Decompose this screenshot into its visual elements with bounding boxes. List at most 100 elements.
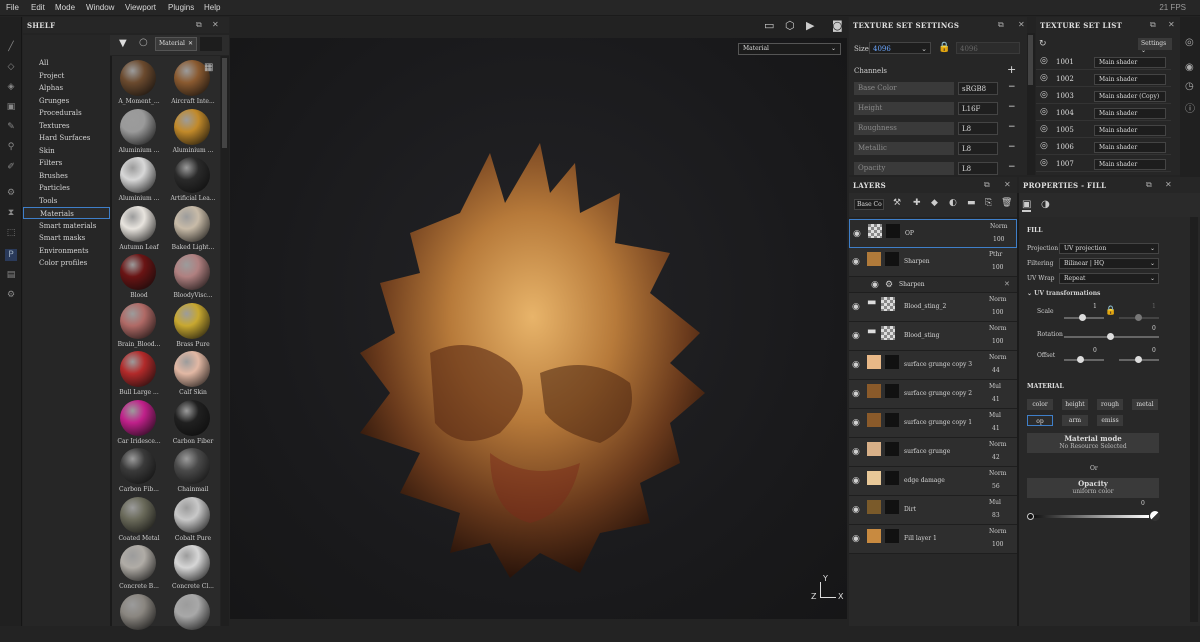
tsl-settings-button[interactable]: Settings ⌄	[1138, 38, 1172, 54]
add-channel-icon[interactable]: +	[1007, 63, 1016, 76]
smudge-icon[interactable]: ✎	[5, 121, 17, 133]
scale-knob-2[interactable]	[1135, 314, 1142, 321]
material-thumbnail[interactable]: Concrete Cl...	[166, 545, 220, 593]
channel-format-select[interactable]: L8	[958, 162, 998, 175]
shelf-category-environments[interactable]: Environments	[23, 245, 110, 257]
video-icon[interactable]: ▶	[806, 19, 814, 32]
material-thumbnail[interactable]: Aluminium ...	[112, 157, 166, 205]
shelf-float-icon[interactable]: ⧉	[196, 20, 202, 30]
blend-mode-select[interactable]: Norm	[989, 296, 1006, 303]
props-scrollbar[interactable]	[1190, 217, 1198, 622]
channel-toggle-arm[interactable]: arm	[1062, 415, 1088, 426]
texture-set-row[interactable]: ◎ 1004 Main shader	[1036, 105, 1171, 121]
uvwrap-select[interactable]: Repeat ⌄	[1059, 273, 1159, 284]
shelf-category-hard-surfaces[interactable]: Hard Surfaces	[23, 132, 110, 144]
add-mask-icon[interactable]: ◐	[949, 198, 957, 208]
shelf-search-input[interactable]	[200, 37, 222, 51]
tss-scrollbar[interactable]	[1027, 33, 1035, 175]
shelf-category-smart-masks[interactable]: Smart masks	[23, 232, 110, 244]
shelf-category-grunges[interactable]: Grunges	[23, 95, 110, 107]
layer-row[interactable]: ◉ ⚙ Sharpen ✕	[849, 277, 1017, 293]
color-picker-icon[interactable]: ✐	[5, 161, 17, 173]
blend-mode-select[interactable]: Mul	[989, 412, 1001, 419]
blend-mode-select[interactable]: Pthr	[989, 251, 1002, 258]
visibility-eye-icon[interactable]: ◉	[852, 476, 860, 486]
delete-icon[interactable]: 🗑	[1001, 198, 1012, 208]
layer-opacity[interactable]: 100	[993, 236, 1004, 243]
display-settings-icon[interactable]: ⧗	[5, 207, 17, 219]
refresh-icon[interactable]: ↻	[1039, 39, 1047, 49]
visibility-eye-icon[interactable]: ◎	[1040, 73, 1048, 83]
paint-brush-icon[interactable]: ╱	[5, 41, 17, 53]
material-thumbnail[interactable]: Coated Metal	[112, 496, 166, 545]
channel-format-select[interactable]: L8	[958, 122, 998, 135]
add-paint-layer-icon[interactable]: ✚	[913, 198, 921, 208]
material-thumbnail[interactable]: Autumn Leaf	[112, 205, 166, 254]
shader-select[interactable]: Main shader	[1094, 142, 1166, 153]
menu-help[interactable]: Help	[204, 3, 220, 12]
shader-settings-icon[interactable]: ⬚	[5, 227, 17, 239]
layer-row[interactable]: ◉ surface grunge copy 2 Mul 41	[849, 380, 1017, 409]
material-thumbnail[interactable]: Concrete B...	[112, 545, 166, 593]
texture-set-row[interactable]: ◎ 1005 Main shader	[1036, 122, 1171, 138]
photoshop-icon[interactable]: P	[5, 249, 17, 261]
shelf-category-project[interactable]: Project	[23, 70, 110, 82]
texture-set-row[interactable]: ◎ 1001 Main shader	[1036, 54, 1171, 70]
layer-row[interactable]: ◉ ▬ Blood_sting_2 Norm 100	[849, 293, 1017, 322]
layer-opacity[interactable]: 56	[992, 483, 1000, 490]
shader-select[interactable]: Main shader	[1094, 125, 1166, 136]
visibility-eye-icon[interactable]: ◉	[852, 331, 860, 341]
material-thumbnail[interactable]: Bull Large ...	[112, 351, 166, 399]
info-icon[interactable]: ⓘ	[1185, 100, 1195, 115]
visibility-eye-icon[interactable]: ◉	[852, 360, 860, 370]
eraser-icon[interactable]: ◇	[5, 61, 17, 73]
channel-format-select[interactable]: sRGB8	[958, 82, 998, 95]
material-thumbnail[interactable]: Carbon Fib...	[112, 448, 166, 496]
visibility-eye-icon[interactable]: ◉	[852, 534, 860, 544]
blend-mode-select[interactable]: Mul	[989, 383, 1001, 390]
filter-icon[interactable]: ▼	[119, 38, 127, 49]
layer-opacity[interactable]: 41	[992, 425, 1000, 432]
material-thumbnail[interactable]: BloodyVisc...	[166, 254, 220, 302]
blend-mode-select[interactable]: Norm	[990, 223, 1007, 230]
remove-channel-icon[interactable]: −	[1008, 142, 1016, 152]
camera-select-icon[interactable]: ▭	[764, 19, 774, 32]
layer-row[interactable]: ◉ surface grunge Norm 42	[849, 438, 1017, 467]
remove-channel-icon[interactable]: −	[1008, 102, 1016, 112]
texture-set-icon[interactable]: ◎	[1185, 37, 1194, 48]
projection-select[interactable]: UV projection ⌄	[1059, 243, 1159, 254]
layer-opacity[interactable]: 100	[992, 264, 1003, 271]
size-select[interactable]: 4096 ⌄	[869, 42, 931, 54]
channel-format-select[interactable]: L16F	[958, 102, 998, 115]
menu-window[interactable]: Window	[86, 3, 114, 12]
material-thumbnail[interactable]	[112, 593, 166, 642]
rotation-knob[interactable]	[1107, 333, 1114, 340]
texture-set-row[interactable]: ◎ 1002 Main shader	[1036, 71, 1171, 87]
shelf-category-smart-materials[interactable]: Smart materials	[23, 220, 110, 232]
shader-select[interactable]: Main shader	[1094, 57, 1166, 68]
viewport-channel-select[interactable]: Material ⌄	[738, 43, 841, 55]
material-mode-button[interactable]: Material mode No Resource Selected	[1027, 433, 1159, 453]
visibility-eye-icon[interactable]: ◉	[852, 418, 860, 428]
scale-knob[interactable]	[1079, 314, 1086, 321]
lock-icon[interactable]: 🔒	[938, 42, 950, 53]
visibility-eye-icon[interactable]: ◉	[852, 447, 860, 457]
scale-lock-icon[interactable]: 🔒	[1105, 306, 1116, 316]
color-picker-icon[interactable]	[1150, 511, 1160, 521]
texture-set-row[interactable]: ◎ 1006 Main shader	[1036, 139, 1171, 155]
texture-set-row[interactable]: ◎ 1003 Main shader (Copy)	[1036, 88, 1171, 104]
menu-file[interactable]: File	[6, 3, 19, 12]
layer-row[interactable]: ◉ ▬ Blood_sting Norm 100	[849, 322, 1017, 351]
viewport-3d[interactable]: Material ⌄ Y X Z	[230, 38, 847, 619]
material-thumbnail[interactable]: Brain_Blood...	[112, 302, 166, 351]
layers-close-icon[interactable]: ✕	[1004, 180, 1011, 189]
bake-icon[interactable]: ⚙	[5, 187, 17, 199]
shelf-category-all[interactable]: All	[23, 57, 110, 69]
layer-opacity[interactable]: 100	[992, 541, 1003, 548]
material-thumbnail[interactable]: Calf Skin	[166, 351, 220, 399]
blend-mode-select[interactable]: Norm	[989, 325, 1006, 332]
shelf-scrollbar[interactable]	[221, 56, 229, 626]
tss-close-icon[interactable]: ✕	[1018, 20, 1025, 29]
visibility-eye-icon[interactable]: ◎	[1040, 141, 1048, 151]
material-thumbnail[interactable]: Chainmail	[166, 448, 220, 496]
